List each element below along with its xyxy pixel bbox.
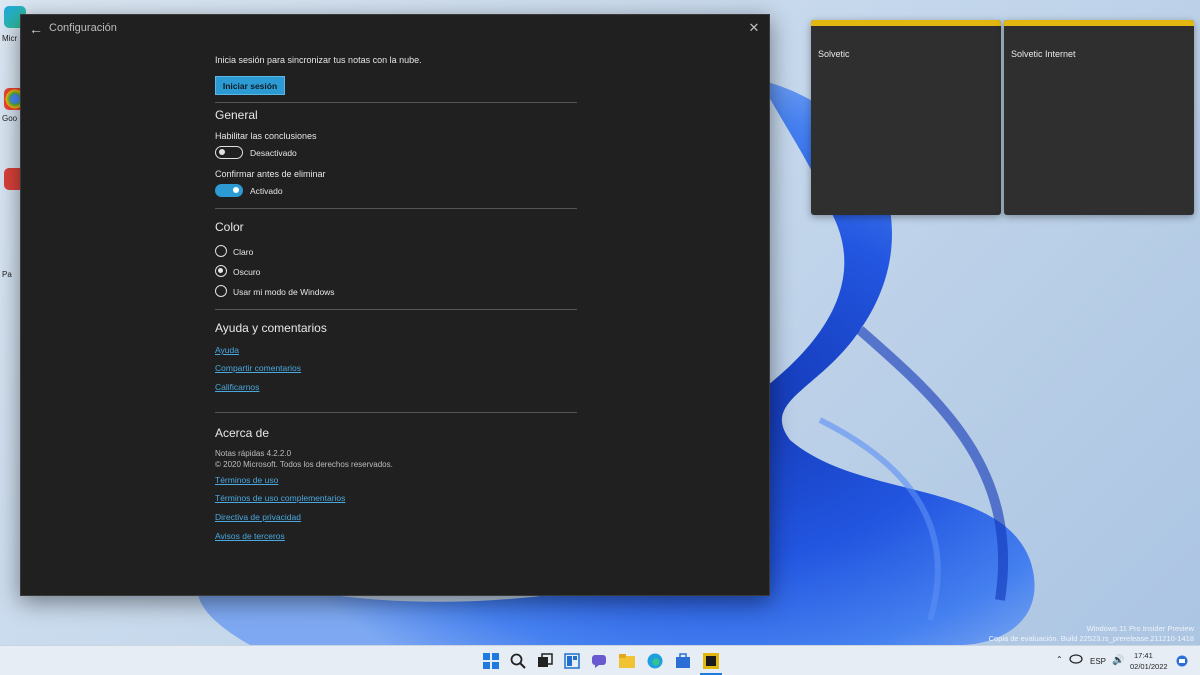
divider [215,309,577,310]
close-icon[interactable]: ✕ [743,18,765,38]
confirm-delete-state: Activado [250,186,283,196]
section-heading-color: Color [215,220,244,234]
signin-button[interactable]: Iniciar sesión [215,76,285,95]
desktop-label-edge: Micr [2,34,18,43]
sync-description: Inicia sesión para sincronizar tus notas… [215,55,422,65]
radio-oscuro[interactable] [215,265,227,277]
link-ayuda[interactable]: Ayuda [215,345,239,355]
confirm-delete-toggle[interactable] [215,184,243,197]
settings-window: ← Configuración ✕ Inicia sesión para sin… [20,14,770,596]
link-avisos-terceros[interactable]: Avisos de terceros [215,531,285,541]
widgets-icon[interactable] [564,653,580,669]
section-heading-general: General [215,108,258,122]
radio-label-oscuro: Oscuro [233,267,261,277]
note-color-bar [1004,20,1194,26]
desktop-label-app: Pa [2,270,12,279]
watermark-edition: Windows 11 Pro Insider Preview [1086,624,1194,633]
note-text: Solvetic [818,49,850,59]
chat-icon[interactable] [591,653,607,669]
titlebar: ← Configuración ✕ [21,15,769,43]
sticky-note[interactable]: Solvetic [811,20,1001,215]
language-indicator[interactable]: ESP [1090,657,1106,666]
radio-windows-mode[interactable] [215,285,227,297]
edge-browser-icon[interactable] [647,653,663,669]
divider [215,102,577,103]
section-heading-help: Ayuda y comentarios [215,321,327,335]
sticky-notes-app-icon[interactable] [703,653,719,669]
watermark-build: Copia de evaluación. Build 22523.rs_prer… [988,634,1194,643]
taskbar: ⌃ ESP 🔊 17:41 02/01/2022 [0,645,1200,675]
window-title: Configuración [49,22,117,34]
section-heading-about: Acerca de [215,426,270,440]
radio-claro[interactable] [215,245,227,257]
copyright-text: © 2020 Microsoft. Todos los derechos res… [215,460,393,469]
insights-label: Habilitar las conclusiones [215,131,317,141]
note-text: Solvetic Internet [1011,49,1076,59]
file-explorer-icon[interactable] [619,653,635,669]
task-view-icon[interactable] [537,653,553,669]
version-text: Notas rápidas 4.2.2.0 [215,449,292,458]
windows-start-icon[interactable] [483,653,499,669]
radio-label-windows-mode: Usar mi modo de Windows [233,287,335,297]
chevron-up-icon[interactable]: ⌃ [1056,655,1063,664]
divider [215,412,577,413]
link-terminos-de-uso[interactable]: Términos de uso [215,475,278,485]
volume-icon[interactable]: 🔊 [1112,655,1124,666]
link-calificarnos[interactable]: Calificarnos [215,382,259,392]
link-compartir-comentarios[interactable]: Compartir comentarios [215,363,301,373]
radio-label-claro: Claro [233,247,254,257]
clock-date[interactable]: 02/01/2022 [1130,662,1168,671]
sticky-note[interactable]: Solvetic Internet [1004,20,1194,215]
note-color-bar [811,20,1001,26]
link-directiva-privacidad[interactable]: Directiva de privacidad [215,512,301,522]
insights-state: Desactivado [250,148,297,158]
back-arrow-icon[interactable]: ← [25,19,47,39]
store-icon[interactable] [675,653,691,669]
link-terminos-complementarios[interactable]: Términos de uso complementarios [215,493,345,503]
desktop-label-chrome: Goo [2,114,18,123]
divider [215,208,577,209]
confirm-delete-label: Confirmar antes de eliminar [215,169,326,179]
search-icon[interactable] [510,653,526,669]
cloud-icon[interactable] [1069,652,1083,666]
notification-icon[interactable] [1176,655,1188,669]
insights-toggle[interactable] [215,146,243,159]
clock-time[interactable]: 17:41 [1134,651,1153,660]
